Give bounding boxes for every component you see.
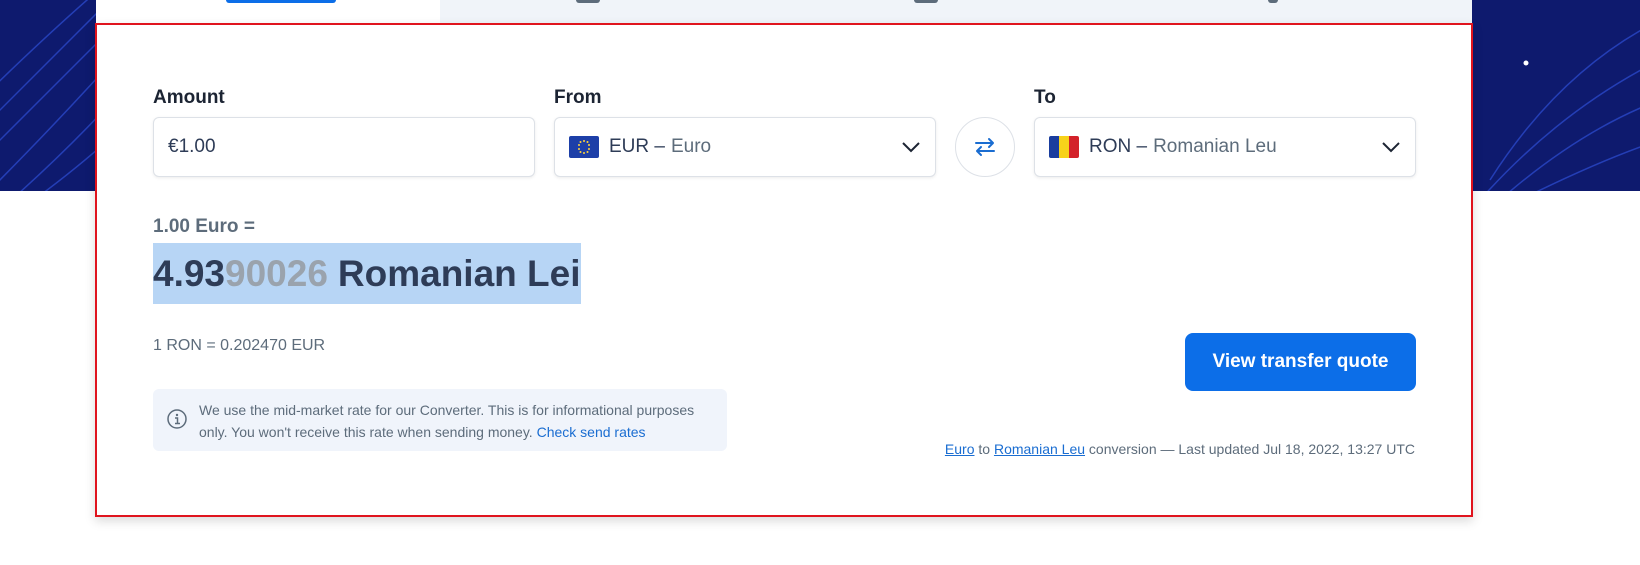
result-lead: 1.00 Euro = — [153, 216, 255, 237]
converter-card: Amount €1.00 From EUR – Euro To RON – Ro… — [95, 23, 1473, 517]
swap-currencies-button[interactable] — [955, 117, 1015, 177]
conversion-result: 4.93 90026 Romanian Lei — [153, 243, 581, 304]
eu-flag-icon — [569, 136, 599, 158]
to-name: Romanian Leu — [1153, 136, 1277, 157]
tab-strip — [96, 0, 1472, 24]
to-currency-select[interactable]: RON – Romanian Leu — [1034, 117, 1416, 177]
swap-arrows-icon — [975, 138, 995, 156]
inverse-rate: 1 RON = 0.202470 EUR — [153, 337, 326, 354]
from-currency-select[interactable]: EUR – Euro — [554, 117, 936, 177]
from-code: EUR – — [609, 136, 665, 157]
result-value-main: 4.93 — [153, 252, 226, 294]
info-notice: We use the mid-market rate for our Conve… — [153, 389, 727, 451]
to-code: RON – — [1089, 136, 1148, 157]
euro-link[interactable]: Euro — [945, 441, 975, 457]
tab-convert[interactable] — [96, 0, 440, 24]
amount-value: €1.00 — [168, 136, 216, 157]
conversion-footnote: Euro to Romanian Leu conversion — Last u… — [945, 441, 1415, 457]
chevron-down-icon[interactable] — [901, 137, 921, 157]
romanian-leu-link[interactable]: Romanian Leu — [994, 441, 1085, 457]
result-unit: Romanian Lei — [337, 252, 581, 294]
chevron-down-icon[interactable] — [1381, 137, 1401, 157]
amount-label: Amount — [153, 87, 225, 108]
info-icon — [167, 409, 187, 429]
info-text: We use the mid-market rate for our Conve… — [199, 399, 719, 443]
footnote-updated: conversion — Last updated Jul 18, 2022, … — [1088, 441, 1415, 457]
footnote-to: to — [978, 441, 991, 457]
tab-alerts[interactable] — [1268, 0, 1278, 3]
check-send-rates-link[interactable]: Check send rates — [537, 424, 646, 440]
romania-flag-icon — [1049, 136, 1079, 158]
from-label: From — [554, 87, 602, 108]
result-value-dim: 90026 — [225, 252, 328, 294]
tab-send[interactable] — [576, 0, 600, 3]
tab-charts[interactable] — [914, 0, 938, 3]
amount-input[interactable]: €1.00 — [153, 117, 535, 177]
from-name: Euro — [670, 136, 712, 157]
to-label: To — [1034, 87, 1056, 108]
view-transfer-quote-button[interactable]: View transfer quote — [1185, 333, 1416, 391]
